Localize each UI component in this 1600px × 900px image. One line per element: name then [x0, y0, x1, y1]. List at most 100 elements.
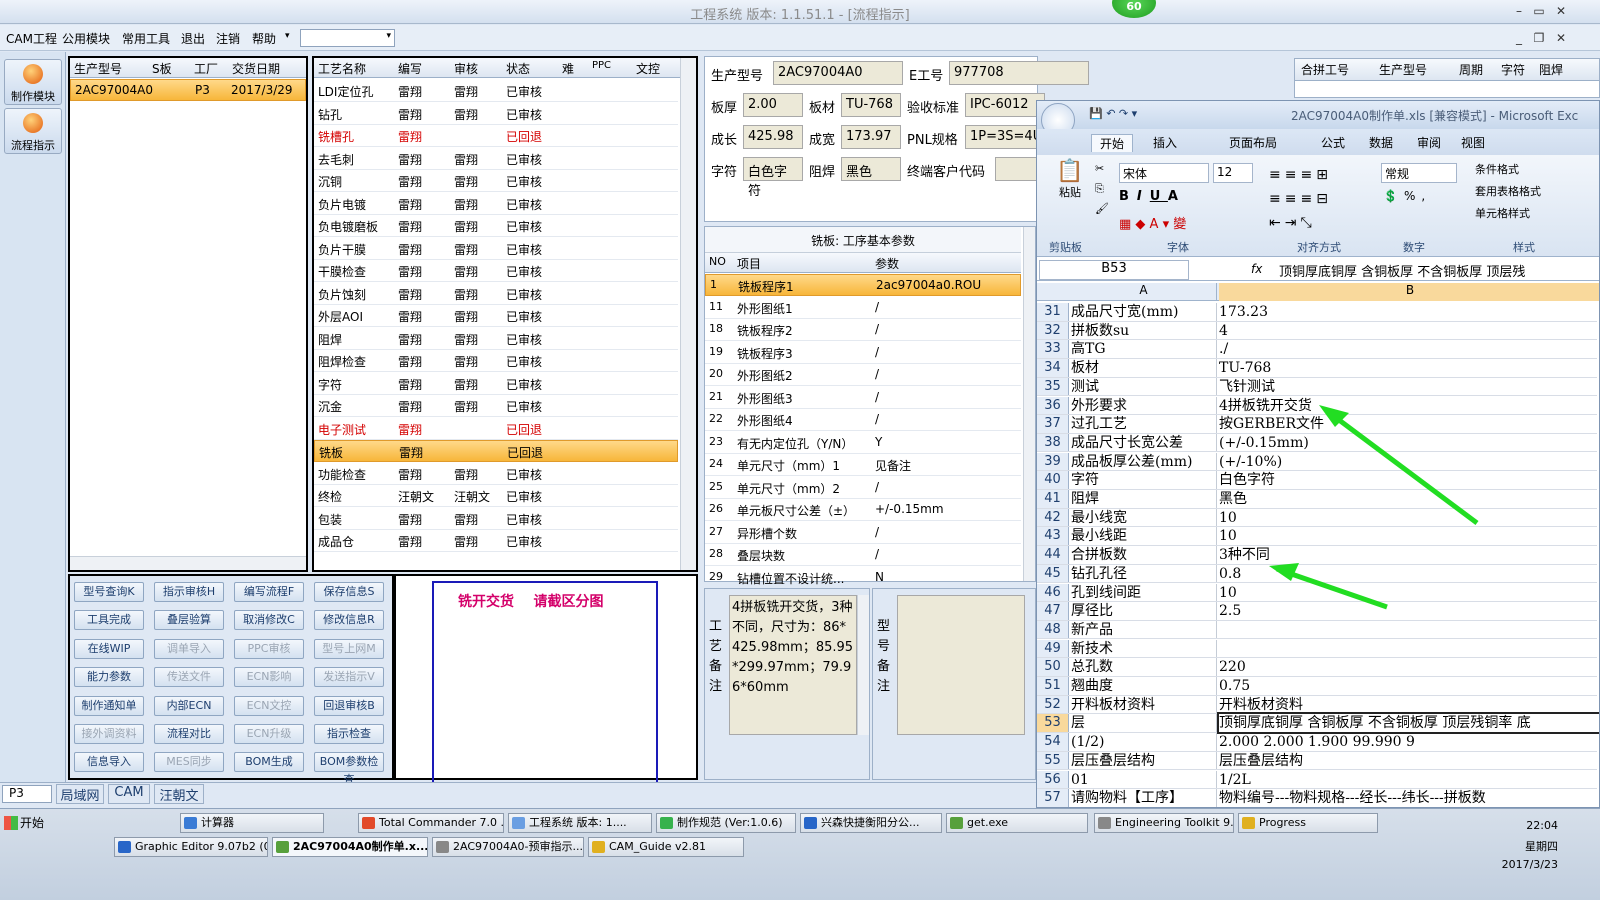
taskbar-item[interactable]: CAM_Guide v2.81: [588, 837, 744, 857]
column-header[interactable]: 工厂: [194, 60, 218, 77]
factory-combo[interactable]: P3: [2, 785, 52, 803]
menu-help[interactable]: 帮助: [252, 30, 276, 47]
chevron-down-icon[interactable]: ▾: [285, 31, 290, 41]
toolbar-combo[interactable]: ▾: [300, 29, 395, 47]
taskbar-item[interactable]: Progress: [1238, 813, 1378, 833]
action-button[interactable]: 指示审核H: [154, 582, 224, 602]
taskbar-item[interactable]: Graphic Editor 9.07b2 (0...: [114, 837, 268, 857]
table-row[interactable]: 11 外形图纸1 /: [705, 297, 1021, 319]
action-button[interactable]: BOM生成: [234, 752, 304, 773]
action-button[interactable]: 调单导入: [154, 638, 224, 659]
column-header[interactable]: 阻焊: [1539, 61, 1563, 78]
table-row[interactable]: 29 钻槽位置不设计统... N: [705, 567, 1021, 589]
action-button[interactable]: 传送文件: [154, 667, 224, 688]
action-button[interactable]: 工具完成: [74, 610, 144, 631]
vertical-scrollbar[interactable]: [1023, 227, 1035, 581]
menu-exit[interactable]: 退出: [181, 30, 205, 47]
table-row[interactable]: 外层AOI 雷翔 雷翔 已审核: [314, 305, 678, 327]
column-header[interactable]: 工艺名称: [318, 60, 366, 77]
char-field[interactable]: 白色字符: [743, 157, 803, 199]
action-button[interactable]: 制作通知单: [74, 695, 144, 716]
prod-model-field[interactable]: 2AC97004A0: [773, 61, 903, 85]
action-button[interactable]: 指示检查: [314, 724, 384, 744]
table-row[interactable]: 沉金 雷翔 雷翔 已审核: [314, 395, 678, 417]
action-button[interactable]: 型号上网M: [314, 638, 384, 659]
vertical-scrollbar[interactable]: [857, 595, 869, 735]
action-button[interactable]: MES同步: [154, 752, 224, 773]
column-header[interactable]: 交货日期: [232, 60, 280, 77]
column-header[interactable]: 生产型号: [1379, 61, 1427, 78]
action-button[interactable]: 接外调资料: [74, 724, 144, 744]
action-button[interactable]: 流程对比: [154, 724, 224, 744]
table-row[interactable]: 负片电镀 雷翔 雷翔 已审核: [314, 193, 678, 215]
column-header[interactable]: 字符: [1501, 61, 1525, 78]
table-row[interactable]: 18 铣板程序2 /: [705, 319, 1021, 341]
table-row[interactable]: LDI定位孔 雷翔 雷翔 已审核: [314, 80, 678, 102]
table-row[interactable]: 负片蚀刻 雷翔 雷翔 已审核: [314, 283, 678, 305]
table-row[interactable]: 28 叠层块数 /: [705, 544, 1021, 566]
table-row[interactable]: 钻孔 雷翔 雷翔 已审核: [314, 103, 678, 125]
action-button[interactable]: 保存信息S: [314, 582, 384, 602]
table-row[interactable]: 功能检查 雷翔 雷翔 已审核: [314, 463, 678, 485]
sidebar-item-flow-guide[interactable]: 流程指示: [4, 108, 62, 154]
model-remark-text[interactable]: [897, 595, 1025, 735]
column-header[interactable]: 文控: [636, 60, 660, 77]
table-row[interactable]: 负片干膜 雷翔 雷翔 已审核: [314, 238, 678, 260]
taskbar-item[interactable]: Total Commander 7.0 ...: [358, 813, 504, 833]
column-header[interactable]: 周期: [1459, 61, 1483, 78]
start-button[interactable]: 开始: [2, 813, 48, 833]
taskbar-item[interactable]: get.exe: [946, 813, 1088, 833]
clock-time[interactable]: 22:04: [1450, 819, 1558, 832]
table-row[interactable]: 成品仓 雷翔 雷翔 已审核: [314, 530, 678, 552]
column-header[interactable]: 难: [562, 60, 574, 77]
mask-field[interactable]: 黑色: [841, 157, 901, 181]
column-header[interactable]: 状态: [506, 60, 530, 77]
standard-field[interactable]: IPC-6012: [965, 93, 1045, 117]
action-button[interactable]: 回退审核B: [314, 695, 384, 716]
pnl-field[interactable]: 1P=3S=4U: [965, 125, 1045, 149]
table-row[interactable]: 干膜检查 雷翔 雷翔 已审核: [314, 260, 678, 282]
action-button[interactable]: BOM参数检查: [314, 752, 384, 786]
maximize-button[interactable]: ▭: [1530, 3, 1548, 19]
column-header[interactable]: 项目: [737, 255, 761, 272]
action-button[interactable]: 叠层验算: [154, 610, 224, 631]
column-header[interactable]: 合拼工号: [1301, 61, 1349, 78]
taskbar-item[interactable]: 2AC97004A0-预审指示...: [432, 837, 584, 857]
action-button[interactable]: 发送指示V: [314, 667, 384, 688]
eno-field[interactable]: 977708: [949, 61, 1089, 85]
table-row[interactable]: 21 外形图纸3 /: [705, 387, 1021, 409]
menu-logout[interactable]: 注销: [216, 30, 240, 47]
action-button[interactable]: ECN文控: [234, 695, 304, 716]
table-row[interactable]: 阻焊 雷翔 雷翔 已审核: [314, 328, 678, 350]
action-button[interactable]: 编写流程F: [234, 582, 304, 602]
taskbar-item[interactable]: 工程系统 版本: 1....: [508, 813, 652, 833]
action-button[interactable]: ECN升级: [234, 724, 304, 744]
taskbar-item[interactable]: 兴森快捷衡阳分公...: [800, 813, 942, 833]
table-row[interactable]: 包装 雷翔 雷翔 已审核: [314, 508, 678, 530]
menu-tools[interactable]: 常用工具: [122, 30, 170, 47]
table-row[interactable]: 字符 雷翔 雷翔 已审核: [314, 373, 678, 395]
action-button[interactable]: 在线WIP: [74, 638, 144, 659]
mdi-restore-button[interactable]: ❐: [1530, 30, 1548, 46]
table-row[interactable]: 23 有无内定位孔（Y/N） Y: [705, 432, 1021, 454]
table-row[interactable]: 25 单元尺寸（mm）2 /: [705, 477, 1021, 499]
table-row[interactable]: 1 铣板程序1 2ac97004a0.ROU: [705, 274, 1021, 296]
action-button[interactable]: 内部ECN: [154, 695, 224, 716]
length-field[interactable]: 425.98: [743, 125, 803, 149]
table-row[interactable]: 2AC97004A0 P3 2017/3/29: [70, 79, 306, 101]
width-field[interactable]: 173.97: [841, 125, 901, 149]
table-row[interactable]: 27 异形槽个数 /: [705, 522, 1021, 544]
process-remark-text[interactable]: 4拼板铣开交货，3种不同，尺寸为：86*425.98mm；85.95*299.9…: [729, 595, 857, 735]
table-row[interactable]: 22 外形图纸4 /: [705, 409, 1021, 431]
column-header[interactable]: PPC: [592, 60, 611, 71]
action-button[interactable]: ECN影响: [234, 667, 304, 688]
vertical-scrollbar[interactable]: [680, 58, 696, 570]
column-header[interactable]: NO: [709, 255, 726, 268]
action-button[interactable]: 取消修改C: [234, 610, 304, 631]
table-row[interactable]: 铣槽孔 雷翔 已回退: [314, 125, 678, 147]
action-button[interactable]: 能力参数: [74, 667, 144, 688]
thickness-field[interactable]: 2.00: [743, 93, 803, 117]
taskbar-item[interactable]: Engineering Toolkit 9....: [1094, 813, 1234, 833]
action-button[interactable]: PPC审核: [234, 638, 304, 659]
horizontal-scrollbar[interactable]: [70, 556, 306, 570]
